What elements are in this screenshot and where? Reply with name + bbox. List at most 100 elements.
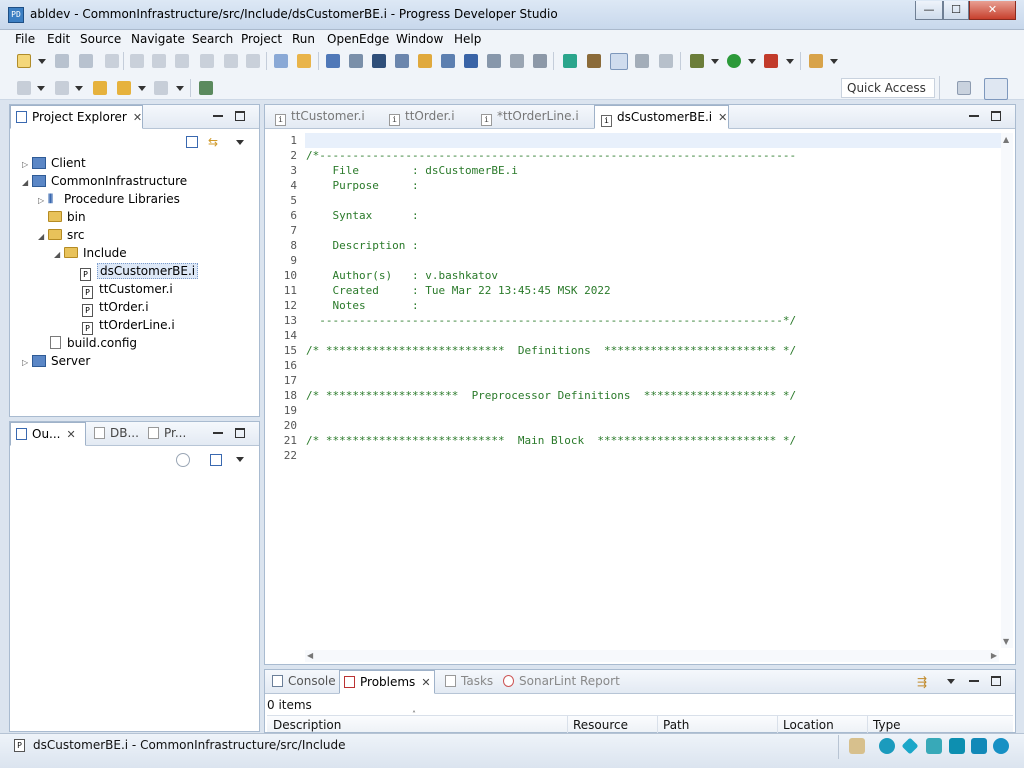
- tree-item-procedure-libraries[interactable]: ▷ ⫴ Procedure Libraries: [38, 190, 180, 208]
- back-icon[interactable]: [117, 81, 131, 95]
- menu-project[interactable]: Project: [241, 32, 282, 46]
- chevron-down-icon[interactable]: [176, 86, 184, 91]
- chevron-down-icon[interactable]: [786, 59, 794, 64]
- minimize-icon[interactable]: [969, 680, 979, 682]
- clipboard-icon[interactable]: [659, 54, 673, 68]
- tree-item-ttorder[interactable]: PttOrder.i: [82, 298, 149, 317]
- chevron-down-icon[interactable]: [236, 457, 244, 462]
- eye-icon[interactable]: [879, 738, 895, 754]
- maximize-icon[interactable]: [991, 676, 1001, 686]
- prev-annotation-icon[interactable]: [55, 81, 69, 95]
- collapse-icon[interactable]: ◢: [22, 174, 32, 192]
- close-icon[interactable]: ✕: [421, 671, 430, 694]
- print-icon[interactable]: [105, 54, 119, 68]
- tab-problems[interactable]: Problems ✕: [339, 670, 435, 694]
- collapse-icon[interactable]: ◢: [38, 228, 48, 246]
- debug-icon[interactable]: [690, 54, 704, 68]
- column-location[interactable]: Location: [783, 718, 834, 732]
- tree-item-bin[interactable]: bin: [48, 208, 86, 226]
- chevron-down-icon[interactable]: [38, 59, 46, 64]
- link-editor-icon[interactable]: ⇆: [208, 136, 222, 148]
- tab-db[interactable]: DB...: [92, 422, 139, 446]
- stop-icon[interactable]: [152, 54, 166, 68]
- focus-icon[interactable]: ⇶: [917, 675, 933, 689]
- layout-icon[interactable]: [395, 54, 409, 68]
- monitor-icon[interactable]: [372, 54, 386, 68]
- menu-search[interactable]: Search: [192, 32, 233, 46]
- tree-item-ttorderline[interactable]: PttOrderLine.i: [82, 316, 175, 335]
- quick-access-input[interactable]: Quick Access: [841, 78, 935, 98]
- perspective-icon[interactable]: [957, 81, 971, 95]
- chevron-down-icon[interactable]: [236, 140, 244, 145]
- tab-properties[interactable]: Pr...: [146, 422, 186, 446]
- scroll-right-icon[interactable]: ▶: [991, 651, 997, 660]
- folder-icon[interactable]: [971, 738, 987, 754]
- tree-item-dscustomerbe[interactable]: PdsCustomerBE.i: [80, 262, 199, 281]
- sort-icon[interactable]: [176, 453, 190, 467]
- external-tools-icon[interactable]: [764, 54, 778, 68]
- tab-tasks[interactable]: Tasks: [443, 670, 493, 694]
- step-over-icon[interactable]: [224, 54, 238, 68]
- report-icon[interactable]: [418, 54, 432, 68]
- menu-navigate[interactable]: Navigate: [131, 32, 185, 46]
- menu-help[interactable]: Help: [454, 32, 481, 46]
- step-into-icon[interactable]: [200, 54, 214, 68]
- forward-icon[interactable]: [154, 81, 168, 95]
- column-description[interactable]: Description: [273, 718, 341, 732]
- chevron-down-icon[interactable]: [748, 59, 756, 64]
- minimize-icon[interactable]: [213, 115, 223, 117]
- step-return-icon[interactable]: [246, 54, 260, 68]
- tab-outline[interactable]: Ou... ✕: [10, 422, 86, 446]
- tree-item-commoninfrastructure[interactable]: ◢ CommonInfrastructure: [22, 172, 187, 190]
- menu-openedge[interactable]: OpenEdge: [327, 32, 389, 46]
- tab-console[interactable]: Console: [270, 670, 336, 694]
- menu-edit[interactable]: Edit: [47, 32, 70, 46]
- maximize-icon[interactable]: [235, 111, 245, 121]
- open-perspective-icon[interactable]: [199, 81, 213, 95]
- chevron-down-icon[interactable]: [75, 86, 83, 91]
- pencil-ruler-icon[interactable]: [926, 738, 942, 754]
- link-icon[interactable]: [610, 53, 628, 70]
- chevron-down-icon[interactable]: [947, 679, 955, 684]
- column-path[interactable]: Path: [663, 718, 689, 732]
- step-icon[interactable]: [175, 54, 189, 68]
- minimize-icon[interactable]: [969, 115, 979, 117]
- zoom-icon[interactable]: [487, 54, 501, 68]
- scroll-down-icon[interactable]: ▼: [1003, 637, 1009, 646]
- collapse-all-icon[interactable]: [210, 454, 222, 466]
- expand-icon[interactable]: ▷: [38, 192, 48, 210]
- chevron-down-icon[interactable]: [138, 86, 146, 91]
- tab-ttorderline[interactable]: i *ttOrderLine.i: [477, 105, 579, 129]
- close-icon[interactable]: ✕: [133, 106, 142, 129]
- column-resource[interactable]: Resource: [573, 718, 628, 732]
- tree-item-build-config[interactable]: build.config: [50, 334, 137, 352]
- monitor-icon[interactable]: [949, 738, 965, 754]
- maximize-icon[interactable]: [991, 111, 1001, 121]
- new-icon[interactable]: [17, 54, 31, 68]
- run-icon[interactable]: [727, 54, 741, 68]
- maximize-button[interactable]: ☐: [943, 1, 969, 20]
- grid-icon[interactable]: [326, 54, 340, 68]
- tab-project-explorer[interactable]: Project Explorer ✕: [10, 105, 143, 129]
- tree-item-server[interactable]: ▷ Server: [22, 352, 90, 370]
- minimize-icon[interactable]: [213, 432, 223, 434]
- tab-ttcustomer[interactable]: i ttCustomer.i: [271, 105, 365, 129]
- save-all-icon[interactable]: [79, 54, 93, 68]
- chevron-down-icon[interactable]: [711, 59, 719, 64]
- expand-icon[interactable]: ▷: [22, 354, 32, 372]
- tree-item-client[interactable]: ▷ Client: [22, 154, 86, 172]
- chevron-down-icon[interactable]: [37, 86, 45, 91]
- minimize-button[interactable]: —: [915, 1, 943, 20]
- sync-icon[interactable]: [533, 54, 547, 68]
- refresh-icon[interactable]: [510, 54, 524, 68]
- collapse-icon[interactable]: ◢: [54, 246, 64, 264]
- brush-icon[interactable]: [809, 54, 823, 68]
- menu-window[interactable]: Window: [396, 32, 443, 46]
- tab-sonarlint-report[interactable]: SonarLint Report: [501, 670, 620, 694]
- menu-source[interactable]: Source: [80, 32, 121, 46]
- compile-icon[interactable]: [297, 54, 311, 68]
- close-icon[interactable]: ✕: [67, 423, 76, 446]
- oe-perspective-icon[interactable]: [984, 78, 1008, 100]
- vertical-scrollbar[interactable]: ▲ ▼: [1001, 133, 1013, 648]
- tab-ttorder[interactable]: i ttOrder.i: [385, 105, 455, 129]
